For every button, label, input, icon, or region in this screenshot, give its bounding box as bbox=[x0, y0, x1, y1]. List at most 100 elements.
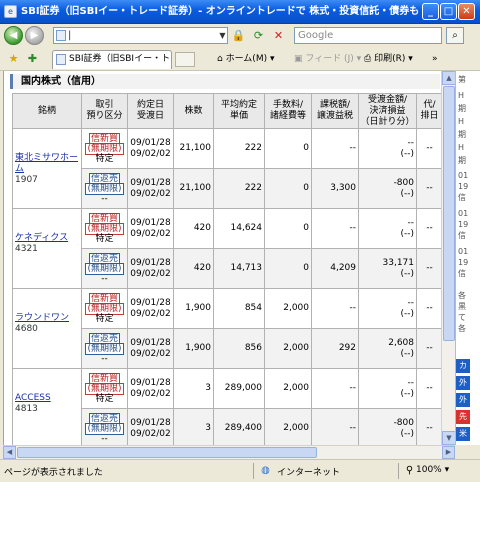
feed-label: フィード (J) bbox=[305, 54, 354, 64]
search-placeholder: Google bbox=[298, 30, 334, 41]
scroll-up-icon[interactable]: ▲ bbox=[442, 71, 456, 85]
stock-name-link[interactable]: ACCESS bbox=[15, 393, 79, 404]
col-header: 受渡金額/ 決済損益 （日計り分） bbox=[358, 93, 417, 129]
more-commands-icon[interactable]: » bbox=[432, 51, 438, 67]
col-header: 銘柄 bbox=[12, 93, 82, 129]
lock-icon[interactable]: 🔒 bbox=[231, 28, 246, 43]
side-text: 第 bbox=[458, 75, 466, 84]
table-row: ACCESS 4813 信新買 (無期限) 特定 09/01/28 09/02/02 3 289… bbox=[12, 368, 442, 445]
dai-cell: -- bbox=[416, 128, 442, 169]
trade-type-cell: 信返売 (無期限) -- bbox=[81, 408, 128, 445]
maximize-button[interactable]: □ bbox=[440, 3, 457, 20]
pl-value: (--) bbox=[400, 308, 414, 319]
search-icon[interactable]: ⌕ bbox=[446, 27, 464, 44]
date-cell: 09/01/28 09/02/02 bbox=[127, 128, 174, 169]
settle-date: 09/02/02 bbox=[130, 268, 171, 279]
stock-name-link[interactable]: ケネディクス bbox=[15, 233, 79, 244]
zoom-icon[interactable]: ⚲ bbox=[402, 463, 417, 478]
tax-cell: -- bbox=[311, 128, 359, 169]
forward-button[interactable]: ▶ bbox=[25, 26, 44, 45]
scroll-down-icon[interactable]: ▼ bbox=[442, 431, 456, 445]
trade-date: 09/01/28 bbox=[130, 177, 171, 188]
col-header: 株数 bbox=[173, 93, 214, 129]
tab-toolbar: ★ ✚ SBI証券（旧SBIイー・トレー... ⌂ ホーム(M) ▾ ▣ フィー… bbox=[0, 48, 480, 71]
favorites-star-icon[interactable]: ★ bbox=[6, 51, 21, 66]
side-text: 信 bbox=[458, 231, 466, 240]
tab-sbi[interactable]: SBI証券（旧SBIイー・トレー... bbox=[52, 50, 172, 69]
side-badge[interactable]: カ bbox=[456, 359, 470, 373]
side-text: 期 bbox=[458, 104, 466, 113]
page-icon bbox=[56, 30, 66, 41]
feed-button[interactable]: ▣ フィード (J) ▾ bbox=[294, 51, 361, 67]
new-tab-button[interactable] bbox=[175, 52, 195, 67]
amount-value: -- bbox=[407, 377, 415, 388]
date-cell: 09/01/28 09/02/02 bbox=[127, 408, 174, 445]
side-badge[interactable]: 米 bbox=[456, 427, 470, 441]
pl-value: (--) bbox=[400, 268, 414, 279]
side-text: 19 bbox=[458, 258, 469, 267]
shares-cell: 3 bbox=[173, 368, 214, 409]
scroll-right-icon[interactable]: ▶ bbox=[442, 446, 455, 459]
shares-cell: 21,100 bbox=[173, 128, 214, 169]
account-type: -- bbox=[101, 273, 108, 284]
stock-name-link[interactable]: 東北ミサワホーム bbox=[15, 153, 79, 175]
settle-date: 09/02/02 bbox=[130, 388, 171, 399]
term-badge: (無期限) bbox=[85, 382, 124, 395]
settle-date: 09/02/02 bbox=[130, 348, 171, 359]
scrollbar-thumb[interactable] bbox=[443, 86, 455, 341]
side-badge[interactable]: 外 bbox=[456, 376, 470, 390]
address-text: | bbox=[68, 30, 72, 41]
fee-cell: 0 bbox=[264, 168, 312, 209]
stock-cell: 東北ミサワホーム 1907 bbox=[12, 128, 82, 209]
home-label: ホーム(M) bbox=[225, 54, 268, 64]
horizontal-scrollbar[interactable]: ◀ ▶ bbox=[3, 445, 455, 459]
side-badge[interactable]: 先 bbox=[456, 410, 470, 424]
settle-date: 09/02/02 bbox=[130, 188, 171, 199]
side-badge[interactable]: 外 bbox=[456, 393, 470, 407]
side-text: H bbox=[458, 117, 465, 126]
shares-cell: 3 bbox=[173, 408, 214, 445]
side-text: 信 bbox=[458, 193, 466, 202]
address-input[interactable]: | bbox=[53, 27, 228, 44]
amount-cell: -800 (--) bbox=[358, 408, 417, 445]
zoom-level[interactable]: 100% ▾ bbox=[416, 465, 449, 475]
term-badge: (無期限) bbox=[85, 142, 124, 155]
shares-cell: 420 bbox=[173, 208, 214, 249]
shares-cell: 1,900 bbox=[173, 328, 214, 369]
print-button[interactable]: ⎙ 印刷(R) ▾ bbox=[364, 51, 413, 67]
price-cell: 222 bbox=[213, 168, 265, 209]
status-divider bbox=[253, 463, 254, 479]
fee-cell: 0 bbox=[264, 248, 312, 289]
stop-icon[interactable]: ✕ bbox=[271, 28, 286, 43]
side-text: 黒 bbox=[458, 302, 466, 311]
side-text: 期 bbox=[458, 156, 466, 165]
scroll-left-icon[interactable]: ◀ bbox=[3, 446, 16, 459]
title-bar: e SBI証券（旧SBIイー・トレード証券）- オンライントレードで 株式・投資… bbox=[0, 0, 480, 24]
stock-name-link[interactable]: ラウンドワン bbox=[15, 313, 79, 324]
search-input[interactable]: Google bbox=[294, 27, 442, 44]
trade-type-cell: 信新買 (無期限) 特定 bbox=[81, 368, 128, 409]
hscroll-thumb[interactable] bbox=[17, 447, 317, 458]
add-favorites-icon[interactable]: ✚ bbox=[25, 51, 40, 66]
minimize-button[interactable]: _ bbox=[422, 3, 439, 20]
trade-type-cell: 信新買 (無期限) 特定 bbox=[81, 288, 128, 329]
home-button[interactable]: ⌂ ホーム(M) ▾ bbox=[217, 51, 275, 67]
price-cell: 222 bbox=[213, 128, 265, 169]
positions-table: 銘柄 取引 預り区分 約定日 受渡日 株数 平均約定 単価 手数料/ 諸経費等 … bbox=[12, 93, 442, 445]
account-type: -- bbox=[101, 193, 108, 204]
pl-value: (--) bbox=[400, 148, 414, 159]
pl-value: (--) bbox=[400, 428, 414, 439]
stock-cell: ラウンドワン 4680 bbox=[12, 288, 82, 369]
close-button[interactable]: ✕ bbox=[458, 3, 475, 20]
pl-value: (--) bbox=[400, 388, 414, 399]
amount-value: -800 bbox=[393, 417, 414, 428]
table-row: ラウンドワン 4680 信新買 (無期限) 特定 09/01/28 09/02/02 1,90… bbox=[12, 288, 442, 369]
account-type: -- bbox=[101, 433, 108, 444]
trade-date: 09/01/28 bbox=[130, 257, 171, 268]
col-header: 代/ 排日 bbox=[416, 93, 442, 129]
vertical-scrollbar[interactable]: ▲ ▼ bbox=[441, 71, 456, 445]
address-dropdown-icon[interactable]: ▼ bbox=[217, 27, 228, 44]
amount-value: -- bbox=[407, 137, 415, 148]
back-button[interactable]: ◀ bbox=[4, 26, 23, 45]
refresh-icon[interactable]: ⟳ bbox=[251, 28, 266, 43]
